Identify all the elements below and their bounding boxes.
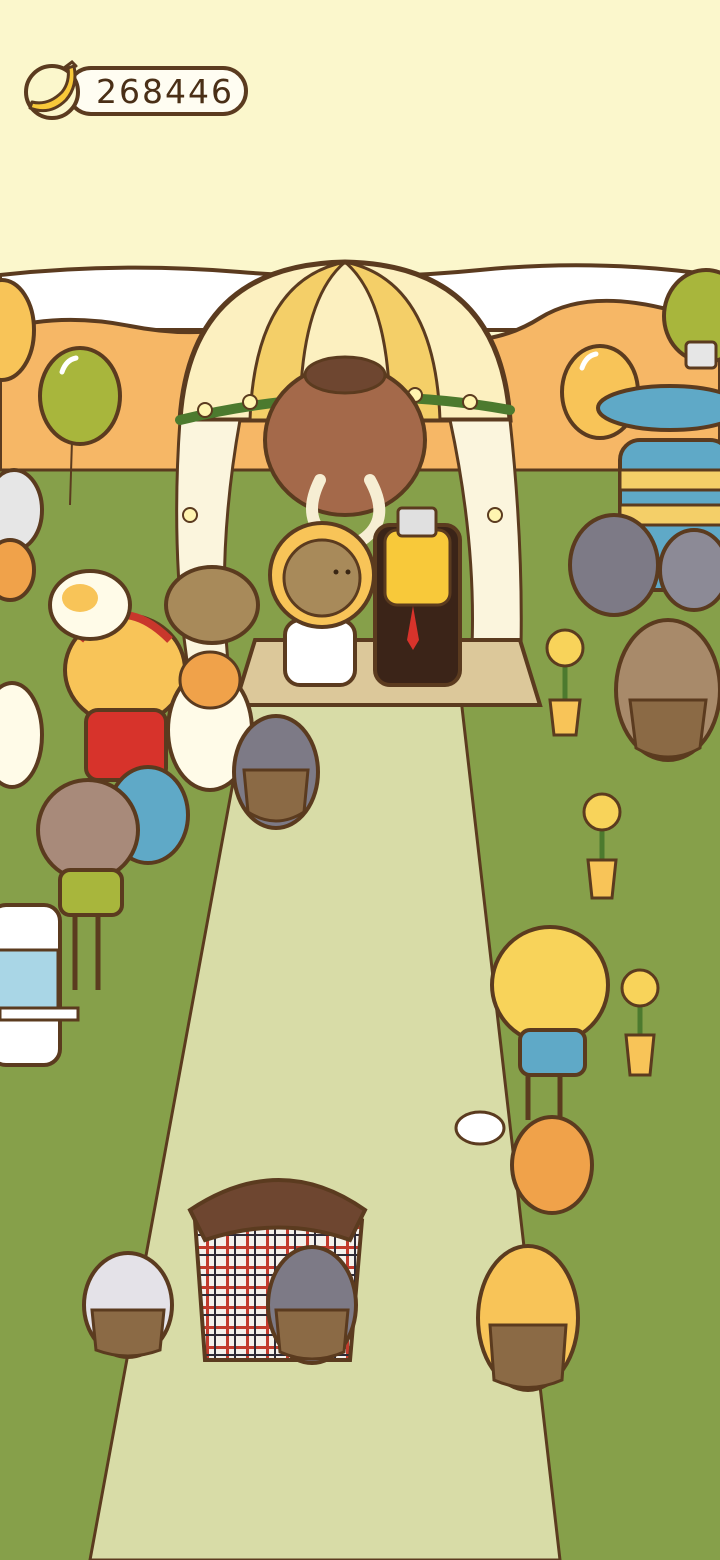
wedding-scene	[0, 0, 720, 1560]
banana-icon	[24, 60, 80, 120]
gray-cat-apron	[232, 714, 320, 830]
white-mouse	[454, 1110, 506, 1146]
white-cat-left	[48, 569, 132, 641]
brown-blob-guest	[164, 565, 260, 645]
calico-cat-bottom	[82, 1251, 174, 1359]
gray-cat-far-right	[658, 528, 720, 612]
tiger-kitten	[510, 1115, 594, 1215]
banana-counter: 268446	[20, 58, 252, 120]
banana-count: 268446	[96, 71, 234, 111]
gray-cat-bottom	[266, 1245, 358, 1365]
yellow-cat-apron	[476, 1244, 580, 1392]
robot-groom	[373, 506, 462, 687]
banana-count-pill: 268446	[66, 66, 248, 116]
tabby-cat-right	[614, 618, 720, 762]
gray-cat-right	[568, 513, 660, 617]
